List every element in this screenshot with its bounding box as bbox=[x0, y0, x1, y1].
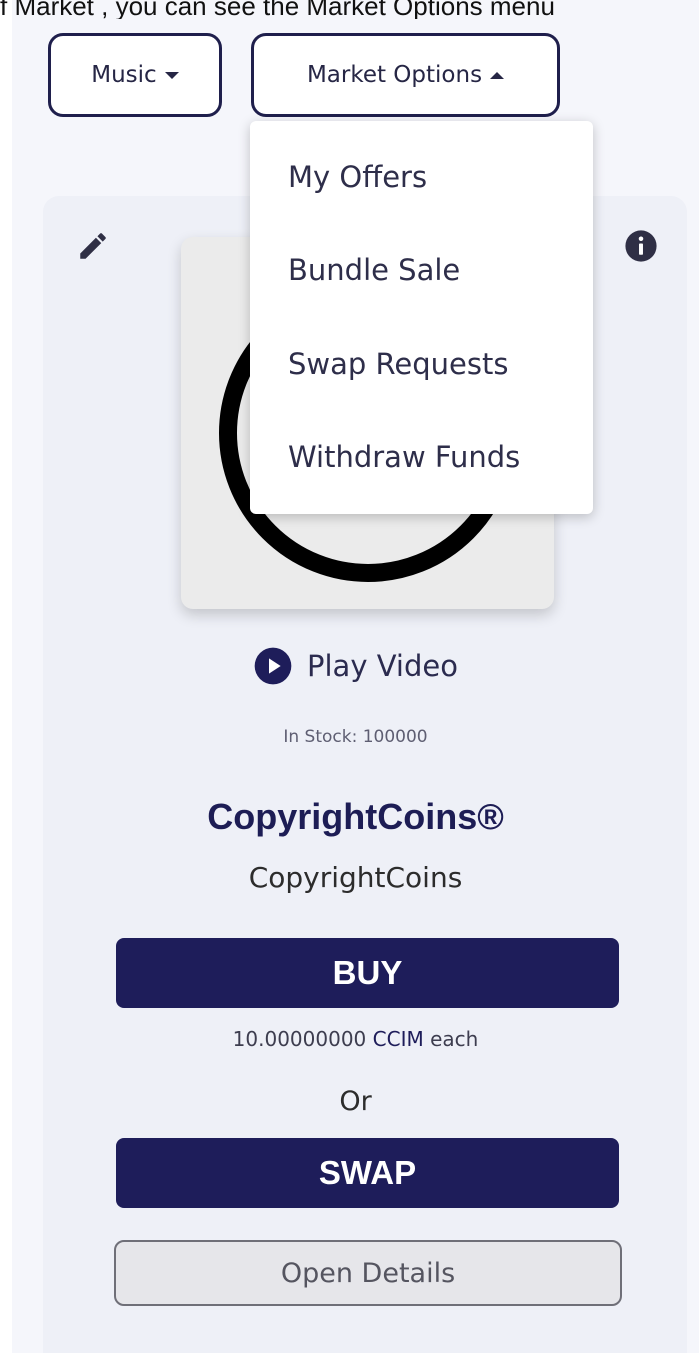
info-circle-icon[interactable] bbox=[624, 229, 658, 263]
pencil-icon[interactable] bbox=[76, 229, 110, 263]
price-text: 10.00000000 CCIM each bbox=[12, 1027, 699, 1051]
menu-item-bundle-sale[interactable]: Bundle Sale bbox=[288, 252, 460, 288]
market-options-dropdown-button[interactable]: Market Options bbox=[251, 33, 560, 117]
or-separator: Or bbox=[339, 1086, 372, 1117]
open-details-button[interactable]: Open Details bbox=[114, 1240, 622, 1306]
menu-item-withdraw-funds[interactable]: Withdraw Funds bbox=[288, 439, 520, 475]
play-circle-icon bbox=[254, 647, 292, 685]
caret-up-icon bbox=[490, 71, 505, 79]
play-video-link[interactable]: Play Video bbox=[253, 645, 458, 687]
price-currency: CCIM bbox=[372, 1027, 424, 1051]
buy-button[interactable]: BUY bbox=[116, 938, 619, 1008]
swap-button[interactable]: SWAP bbox=[116, 1138, 619, 1208]
music-dropdown-button[interactable]: Music bbox=[48, 33, 222, 117]
menu-item-my-offers[interactable]: My Offers bbox=[288, 159, 427, 195]
menu-item-swap-requests[interactable]: Swap Requests bbox=[288, 346, 508, 382]
play-video-label: Play Video bbox=[307, 649, 458, 683]
caret-down-icon bbox=[164, 71, 179, 79]
stock-count: In Stock: 100000 bbox=[283, 727, 428, 747]
product-title: CopyrightCoins® bbox=[207, 796, 504, 837]
product-subtitle: CopyrightCoins bbox=[248, 861, 463, 894]
market-options-menu: My Offers Bundle Sale Swap Requests With… bbox=[250, 121, 593, 514]
market-options-label: Market Options bbox=[306, 62, 483, 88]
music-dropdown-label: Music bbox=[91, 62, 157, 88]
price-suffix: each bbox=[430, 1027, 479, 1051]
price-amount: 10.00000000 bbox=[232, 1027, 367, 1051]
